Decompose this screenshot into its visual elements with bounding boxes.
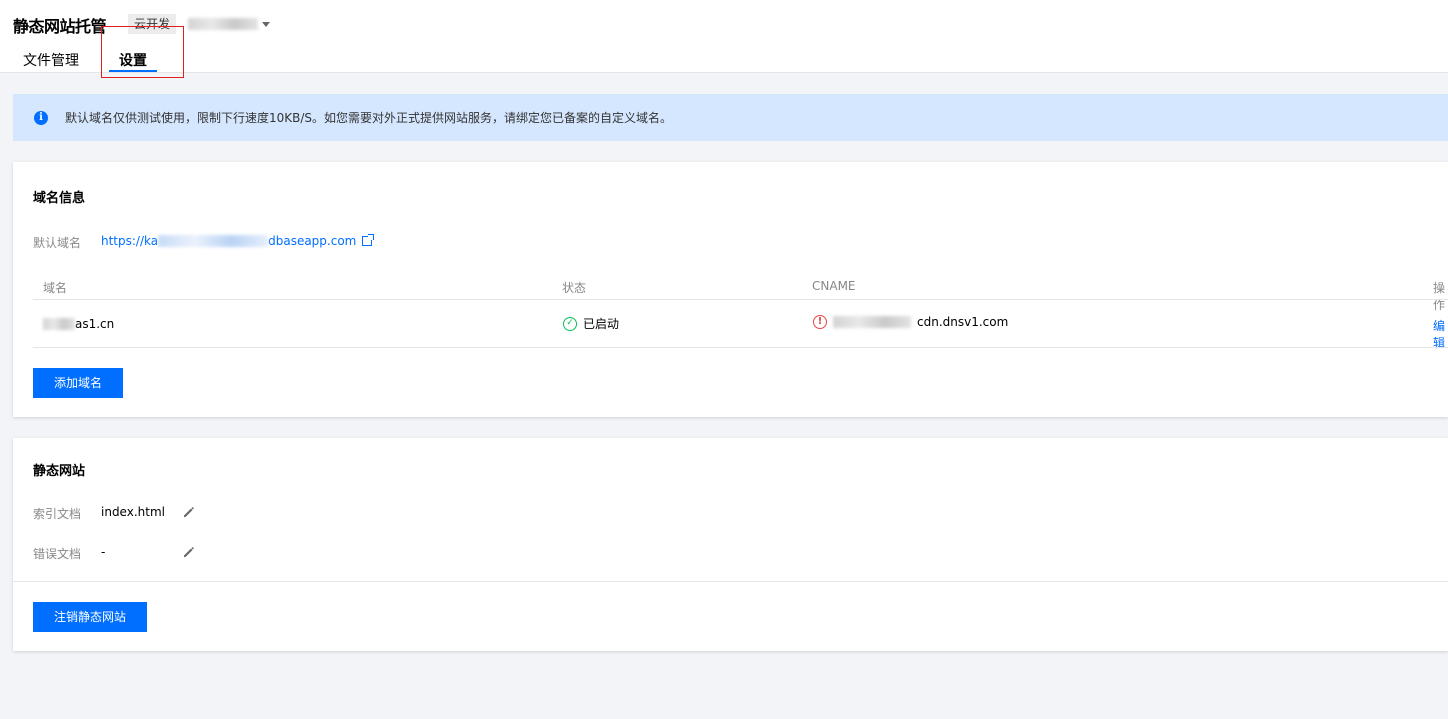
redacted-env-name bbox=[188, 18, 258, 30]
external-link-icon bbox=[362, 234, 375, 246]
info-icon: i bbox=[34, 110, 48, 125]
page-title: 静态网站托管 bbox=[13, 17, 107, 36]
status-text: 已启动 bbox=[583, 317, 620, 331]
column-header-cname: CNAME bbox=[812, 279, 856, 293]
column-header-domain: 域名 bbox=[43, 281, 68, 295]
redacted-domain-prefix bbox=[43, 318, 75, 330]
table-row-domain: as1.cn bbox=[43, 317, 114, 331]
edit-domain-link[interactable]: 编辑 bbox=[1433, 317, 1448, 351]
chevron-down-icon bbox=[262, 21, 270, 27]
edit-index-pencil-icon[interactable] bbox=[182, 505, 196, 519]
static-website-card: 静态网站 索引文档 index.html 错误文档 - 注销静态网站 bbox=[13, 438, 1448, 651]
redacted-domain bbox=[158, 235, 269, 247]
card-divider bbox=[13, 581, 1448, 582]
default-domain-link[interactable]: https://ka dbaseapp.com bbox=[101, 234, 375, 248]
table-row-divider bbox=[33, 347, 1448, 348]
error-doc-value: - bbox=[101, 545, 106, 559]
error-doc-label: 错误文档 bbox=[33, 547, 82, 561]
notice-banner: i 默认域名仅供测试使用，限制下行速度10KB/S。如您需要对外正式提供网站服务… bbox=[13, 94, 1448, 141]
tab-file-management[interactable]: 文件管理 bbox=[23, 50, 79, 70]
env-selector[interactable] bbox=[188, 14, 270, 34]
domain-card-title: 域名信息 bbox=[33, 191, 86, 206]
default-domain-label: 默认域名 bbox=[33, 236, 82, 250]
cname-value: cdn.dnsv1.com bbox=[917, 315, 1009, 329]
domain-value: as1.cn bbox=[75, 317, 115, 331]
cancel-static-site-button[interactable]: 注销静态网站 bbox=[33, 602, 147, 632]
column-header-status: 状态 bbox=[562, 281, 587, 295]
add-domain-button[interactable]: 添加域名 bbox=[33, 368, 123, 398]
table-header-divider bbox=[33, 299, 1448, 300]
highlight-annotation-box bbox=[101, 26, 184, 78]
edit-error-pencil-icon[interactable] bbox=[182, 545, 196, 559]
notice-text: 默认域名仅供测试使用，限制下行速度10KB/S。如您需要对外正式提供网站服务，请… bbox=[65, 111, 673, 125]
column-header-actions: 操作 bbox=[1433, 281, 1446, 312]
top-bar: 静态网站托管 云开发 文件管理 设置 bbox=[0, 0, 1448, 78]
index-doc-value: index.html bbox=[101, 505, 165, 519]
cname-cell: ! cdn.dnsv1.com bbox=[813, 315, 1008, 329]
static-card-title: 静态网站 bbox=[33, 464, 86, 479]
check-circle-icon: ✓ bbox=[563, 316, 577, 331]
default-domain-suffix: dbaseapp.com bbox=[268, 234, 357, 248]
warning-circle-icon: ! bbox=[813, 315, 827, 329]
default-domain-prefix: https://ka bbox=[101, 234, 159, 248]
index-doc-label: 索引文档 bbox=[33, 507, 82, 521]
domain-info-card: 域名信息 默认域名 https://ka dbaseapp.com 域名 状态 … bbox=[13, 162, 1448, 417]
status-badge: ✓ 已启动 bbox=[563, 315, 619, 332]
redacted-cname-prefix bbox=[833, 316, 911, 328]
